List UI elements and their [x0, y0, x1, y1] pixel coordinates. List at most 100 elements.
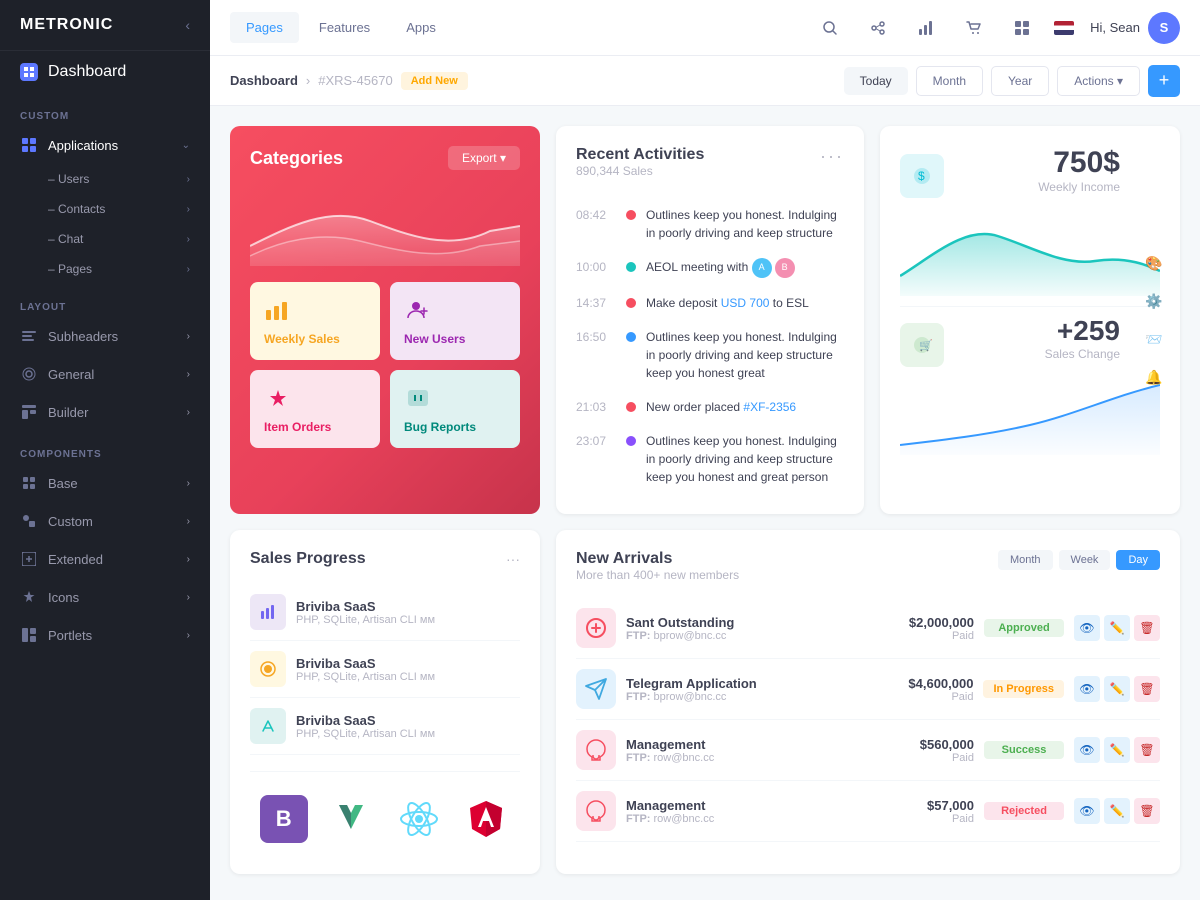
user-greeting: Hi, Sean: [1090, 20, 1140, 35]
search-icon[interactable]: [814, 12, 846, 44]
sidebar-item-portlets[interactable]: Portlets ›: [0, 616, 210, 654]
categories-header: Categories Export ▾: [250, 146, 520, 170]
svg-text:🛒: 🛒: [919, 339, 933, 352]
arrivals-filter-day[interactable]: Day: [1116, 550, 1160, 570]
arrival-actions-3: 👁 ✏️ 🗑: [1074, 798, 1160, 824]
cat-tile-item-orders[interactable]: Item Orders: [250, 370, 380, 448]
sidebar-item-contacts[interactable]: – Contacts›: [0, 194, 210, 224]
sales-change-amount: +259: [954, 315, 1120, 347]
view-button-0[interactable]: 👁: [1074, 615, 1100, 641]
bell-icon[interactable]: 🔔: [1140, 363, 1168, 391]
cat-tile-bug-reports[interactable]: Bug Reports: [390, 370, 520, 448]
delete-button-2[interactable]: 🗑: [1134, 737, 1160, 763]
sidebar-item-extended[interactable]: Extended ›: [0, 540, 210, 578]
new-users-icon: [404, 296, 432, 324]
delete-button-3[interactable]: 🗑: [1134, 798, 1160, 824]
arrival-row-2: Management FTP: row@bnc.cc $560,000 Paid…: [576, 720, 1160, 781]
income-section: $ 750$ Weekly Income: [900, 146, 1160, 198]
base-icon: [20, 474, 38, 492]
sidebar-item-base[interactable]: Base ›: [0, 464, 210, 502]
view-button-2[interactable]: 👁: [1074, 737, 1100, 763]
sales-item-icon-2: [250, 708, 286, 744]
sidebar-item-custom-comp[interactable]: Custom ›: [0, 502, 210, 540]
add-new-button[interactable]: +: [1148, 65, 1180, 97]
subheaders-icon: [20, 327, 38, 345]
cat-tile-weekly-sales[interactable]: Weekly Sales: [250, 282, 380, 360]
breadcrumb: Dashboard › #XRS-45670 Add New: [230, 72, 468, 90]
income-chart: [900, 206, 1160, 296]
grid-icon[interactable]: [1006, 12, 1038, 44]
sales-more-button[interactable]: ···: [506, 551, 520, 567]
chart-icon[interactable]: [910, 12, 942, 44]
edit-button-3[interactable]: ✏️: [1104, 798, 1130, 824]
sidebar-item-icons[interactable]: Icons ›: [0, 578, 210, 616]
send-icon[interactable]: 📨: [1140, 325, 1168, 353]
arrival-logo-0: [576, 608, 616, 648]
sidebar-item-subheaders[interactable]: Subheaders ›: [0, 317, 210, 355]
sidebar-item-general[interactable]: General ›: [0, 355, 210, 393]
sidebar-item-dashboard[interactable]: Dashboard: [0, 51, 210, 93]
sales-item-2: Briviba SaaS PHP, SQLite, Artisan CLI мм: [250, 698, 520, 755]
language-flag[interactable]: [1054, 21, 1074, 35]
sidebar-item-applications[interactable]: Applications ⌄: [0, 126, 210, 164]
sidebar-item-builder[interactable]: Builder ›: [0, 393, 210, 431]
dashboard-icon: [20, 63, 38, 81]
user-info[interactable]: Hi, Sean S: [1090, 12, 1180, 44]
view-button-3[interactable]: 👁: [1074, 798, 1100, 824]
delete-button-1[interactable]: 🗑: [1134, 676, 1160, 702]
palette-icon[interactable]: 🎨: [1140, 249, 1168, 277]
income-icon: $: [900, 154, 944, 198]
delete-button-0[interactable]: 🗑: [1134, 615, 1160, 641]
filter-year-button[interactable]: Year: [991, 66, 1049, 96]
topnav-right: Hi, Sean S: [814, 12, 1180, 44]
tab-apps[interactable]: Apps: [390, 12, 452, 43]
export-button[interactable]: Export ▾: [448, 146, 520, 170]
bottom-logos: B: [250, 771, 520, 854]
sales-item-1: Briviba SaaS PHP, SQLite, Artisan CLI мм: [250, 641, 520, 698]
timeline-item-1650: 16:50 Outlines keep you honest. Indulgin…: [576, 320, 844, 390]
sidebar-item-users[interactable]: – Users›: [0, 164, 210, 194]
top-navigation: Pages Features Apps Hi, Sean S: [210, 0, 1200, 56]
categories-title: Categories: [250, 148, 343, 169]
edit-button-2[interactable]: ✏️: [1104, 737, 1130, 763]
tab-pages[interactable]: Pages: [230, 12, 299, 43]
breadcrumb-dashboard: Dashboard: [230, 73, 298, 88]
portlets-arrow-icon: ›: [187, 630, 190, 641]
income-card: 🎨 ⚙️ 📨 🔔 $ 750$ Weekly Income: [880, 126, 1180, 514]
edit-button-1[interactable]: ✏️: [1104, 676, 1130, 702]
sidebar-item-chat[interactable]: – Chat›: [0, 224, 210, 254]
sales-chart: [900, 375, 1160, 455]
subheader: Dashboard › #XRS-45670 Add New Today Mon…: [210, 56, 1200, 106]
sidebar-section-layout: LAYOUT: [0, 292, 210, 317]
sales-progress-card: Sales Progress ··· Briviba SaaS PHP, SQL…: [230, 530, 540, 874]
settings-icon[interactable]: ⚙️: [1140, 287, 1168, 315]
cart-icon[interactable]: [958, 12, 990, 44]
sidebar-collapse-icon[interactable]: ‹: [185, 17, 190, 33]
arrivals-filter-month[interactable]: Month: [998, 550, 1053, 570]
edit-button-0[interactable]: ✏️: [1104, 615, 1130, 641]
sales-name-1: Briviba SaaS: [296, 656, 520, 671]
filter-today-button[interactable]: Today: [844, 67, 908, 95]
logo-react: [385, 784, 453, 854]
view-button-1[interactable]: 👁: [1074, 676, 1100, 702]
arrival-row-3: Management FTP: row@bnc.cc $57,000 Paid …: [576, 781, 1160, 842]
breadcrumb-add-button[interactable]: Add New: [401, 72, 468, 90]
arrival-actions-1: 👁 ✏️ 🗑: [1074, 676, 1160, 702]
custom-comp-icon: [20, 512, 38, 530]
tab-features[interactable]: Features: [303, 12, 386, 43]
users-arrow-icon: ›: [187, 174, 190, 185]
activities-more-button[interactable]: ···: [820, 146, 844, 167]
icons-arrow-icon: ›: [187, 592, 190, 603]
arrivals-filter-week[interactable]: Week: [1059, 550, 1111, 570]
pages-arrow-icon: ›: [187, 264, 190, 275]
arrivals-subtitle: More than 400+ new members: [576, 568, 739, 582]
cat-tile-new-users[interactable]: New Users: [390, 282, 520, 360]
filter-month-button[interactable]: Month: [916, 66, 983, 96]
side-icons: 🎨 ⚙️ 📨 🔔: [1140, 249, 1168, 391]
actions-dropdown-button[interactable]: Actions ▾: [1057, 66, 1140, 96]
sidebar-item-pages[interactable]: – Pages›: [0, 254, 210, 284]
connect-icon[interactable]: [862, 12, 894, 44]
builder-arrow-icon: ›: [187, 407, 190, 418]
sidebar-section-custom: CUSTOM: [0, 101, 210, 126]
svg-text:$: $: [918, 169, 925, 183]
